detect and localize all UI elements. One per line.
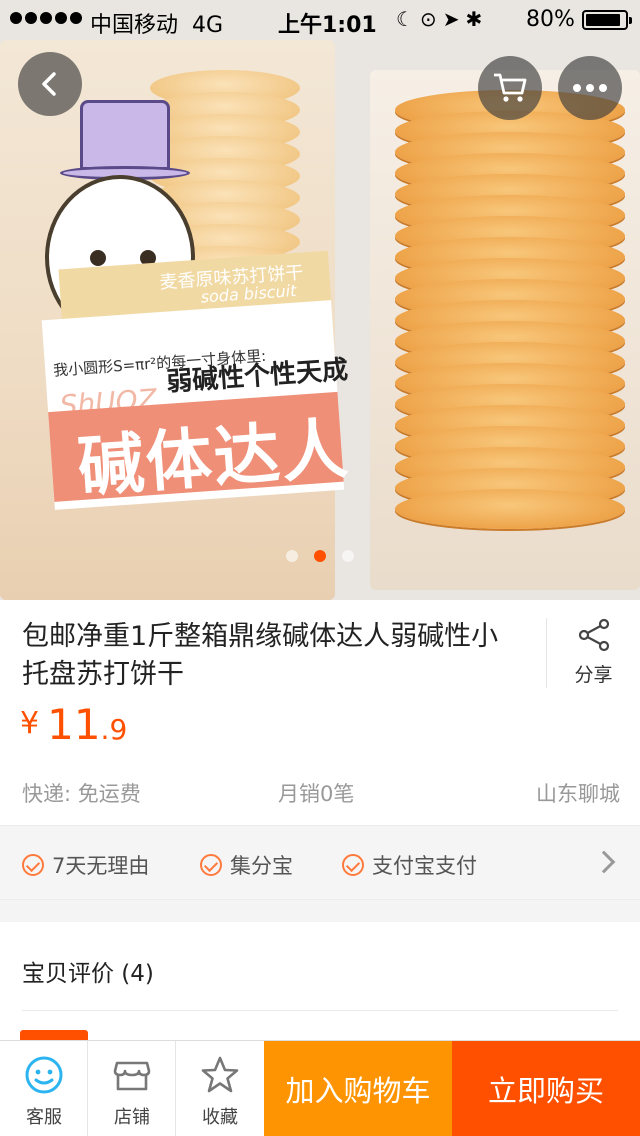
cart-icon	[494, 73, 527, 102]
service-item: 支付宝支付	[342, 850, 477, 880]
reviews-heading: 宝贝评价 (4)	[22, 961, 154, 987]
customer-service-icon	[25, 1056, 63, 1094]
product-price: ¥11.9	[20, 700, 127, 749]
customer-service-button[interactable]: 客服	[0, 1041, 88, 1136]
shop-icon	[113, 1061, 151, 1091]
bottom-action-bar: 客服 店铺 收藏 加入购物车 立即购买	[0, 1040, 640, 1136]
battery-icon	[582, 10, 632, 30]
status-icons: ☾⊙➤✱	[396, 7, 489, 31]
carousel-dot	[286, 550, 298, 562]
battery-percent: 80%	[526, 7, 575, 32]
back-button[interactable]	[18, 52, 82, 116]
carousel-dot	[342, 550, 354, 562]
share-icon	[578, 618, 609, 652]
service-guarantees[interactable]: 7天无理由 集分宝 支付宝支付	[0, 825, 640, 900]
carrier-label: 中国移动 4G	[90, 13, 224, 38]
favorite-label: 收藏	[202, 1107, 238, 1128]
check-circle-icon	[22, 854, 44, 876]
price-integer: 11	[47, 700, 101, 749]
divider	[22, 1010, 618, 1011]
package-label-brand: 碱体达人	[75, 410, 353, 507]
shop-label: 店铺	[114, 1107, 150, 1128]
share-label: 分享	[574, 664, 613, 686]
favorite-button[interactable]: 收藏	[176, 1041, 264, 1136]
check-circle-icon	[342, 854, 364, 876]
clock: 上午1:01	[278, 13, 377, 38]
share-button[interactable]: 分享	[546, 618, 640, 688]
more-button[interactable]	[558, 56, 622, 120]
biscuit-stack-right	[395, 90, 625, 540]
buy-now-button[interactable]: 立即购买	[452, 1041, 640, 1136]
biscuit	[395, 489, 625, 529]
package-label-main: ShUOZ 我小圆形S=πr²的每一寸身体里: 弱碱性个性天成 碱体达人	[41, 300, 352, 510]
more-dots-icon	[573, 84, 607, 92]
chevron-left-icon	[42, 72, 56, 96]
status-bar: 中国移动 4G 上午1:01 ☾⊙➤✱ 80%	[0, 0, 640, 40]
check-circle-icon	[200, 854, 222, 876]
signal-icon	[10, 12, 82, 24]
customer-service-label: 客服	[26, 1107, 62, 1128]
shipping-info: 快递: 免运费	[22, 782, 141, 806]
product-info: 包邮净重1斤整箱鼎缘碱体达人弱碱性小托盘苏打饼干 分享 ¥11.9 快递: 免运…	[0, 600, 640, 825]
add-to-cart-button[interactable]: 加入购物车	[264, 1041, 452, 1136]
shop-button[interactable]: 店铺	[88, 1041, 176, 1136]
cart-button[interactable]	[478, 56, 542, 120]
service-item: 7天无理由	[22, 850, 149, 880]
product-image-carousel[interactable]: 麦香原味苏打饼干 soda biscuit ShUOZ 我小圆形S=πr²的每一…	[0, 0, 640, 600]
star-icon	[201, 1056, 239, 1093]
carousel-dot	[314, 550, 326, 562]
product-title: 包邮净重1斤整箱鼎缘碱体达人弱碱性小托盘苏打饼干	[22, 621, 499, 690]
monthly-sales: 月销0笔	[278, 782, 355, 806]
price-decimal: .9	[100, 713, 128, 746]
chevron-right-icon	[592, 850, 616, 874]
ship-location: 山东聊城	[536, 782, 620, 806]
price-symbol: ¥	[20, 706, 40, 741]
product-detail-page: 麦香原味苏打饼干 soda biscuit ShUOZ 我小圆形S=πr²的每一…	[0, 0, 640, 1136]
service-item: 集分宝	[200, 850, 293, 880]
carousel-indicator	[0, 550, 640, 566]
